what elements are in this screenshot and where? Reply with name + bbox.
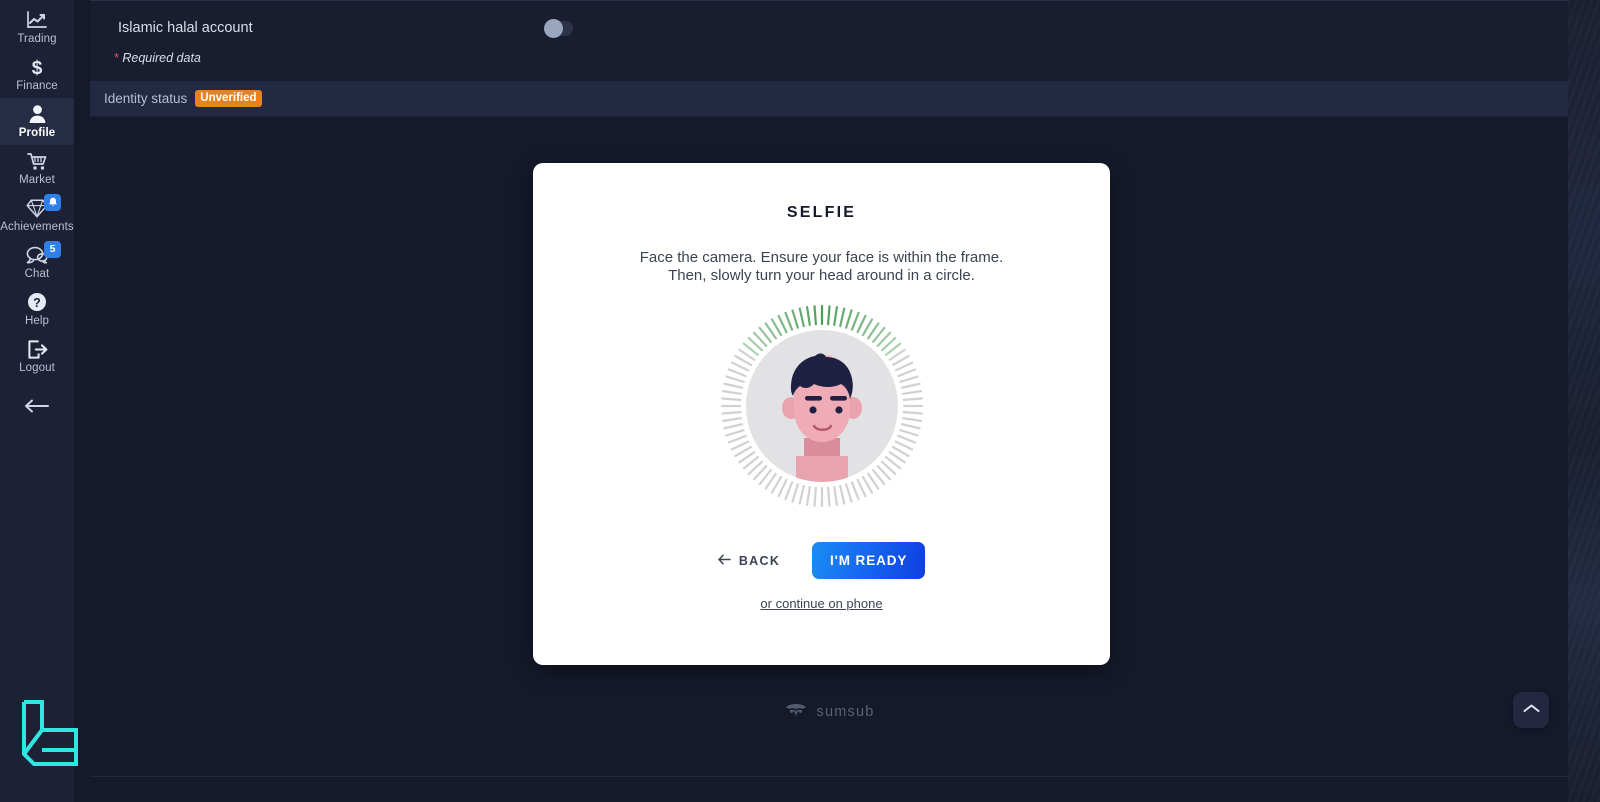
sidebar-item-profile[interactable]: Profile — [0, 98, 74, 145]
avatar — [745, 330, 898, 482]
toggle-knob — [544, 18, 563, 38]
halal-account-label: Islamic halal account — [118, 20, 253, 36]
back-button-label: BACK — [738, 553, 781, 568]
selfie-instructions: Face the camera. Ensure your face is wit… — [640, 249, 1004, 285]
sidebar-item-label: Achievements — [0, 221, 74, 233]
kyc-area: SELFIE Face the camera. Ensure your face… — [90, 117, 1568, 757]
sidebar-item-label: Help — [24, 315, 50, 327]
sidebar: Trading $ Finance Profile Market Achieve… — [0, 0, 78, 802]
app-root: Trading $ Finance Profile Market Achieve… — [0, 0, 1600, 802]
instruction-line-2: Then, slowly turn your head around in a … — [668, 267, 975, 284]
halal-account-toggle[interactable] — [544, 18, 573, 38]
identity-status-bar: Identity status Unverified — [90, 81, 1568, 117]
instruction-line-1: Face the camera. Ensure your face is wit… — [639, 249, 1004, 266]
sidebar-item-trading[interactable]: Trading — [0, 4, 74, 51]
chat-badge: 5 — [44, 241, 61, 258]
sidebar-item-label: Finance — [16, 80, 58, 92]
bell-icon — [48, 197, 57, 207]
sidebar-item-chat[interactable]: 5 Chat — [0, 239, 74, 286]
sumsub-label: sumsub — [816, 704, 875, 720]
selfie-card: SELFIE Face the camera. Ensure your face… — [533, 163, 1110, 665]
selfie-avatar-illustration — [717, 301, 927, 511]
main-content: Islamic halal account * Required data Id… — [90, 0, 1568, 776]
scroll-to-top-button[interactable] — [1513, 692, 1549, 728]
sidebar-item-achievements[interactable]: Achievements — [0, 192, 74, 239]
sidebar-item-finance[interactable]: $ Finance — [0, 51, 74, 98]
dollar-icon: $ — [30, 57, 44, 78]
sidebar-item-label: Profile — [18, 127, 56, 139]
sidebar-item-label: Market — [19, 174, 55, 186]
cart-icon — [26, 151, 48, 171]
chevron-up-icon — [1523, 701, 1540, 719]
halal-account-row: Islamic halal account — [90, 15, 1568, 41]
required-data-text: Required data — [122, 51, 201, 65]
required-star: * — [114, 51, 119, 65]
sidebar-item-market[interactable]: Market — [0, 145, 74, 192]
sidebar-item-label: Logout — [19, 362, 55, 374]
arrow-left-icon — [718, 554, 731, 568]
sidebar-item-help[interactable]: ? Help — [0, 286, 74, 333]
identity-status-label: Identity status — [104, 91, 188, 106]
sidebar-item-label: Trading — [17, 33, 57, 45]
achievements-badge — [44, 194, 61, 211]
sidebar-collapse-button[interactable] — [0, 394, 74, 422]
sidebar-item-logout[interactable]: Logout — [0, 333, 74, 380]
required-data-note: * Required data — [90, 51, 1568, 65]
sidebar-item-label: Chat — [24, 268, 50, 280]
account-settings-block: Islamic halal account * Required data — [90, 0, 1568, 81]
back-button[interactable]: BACK — [718, 554, 780, 568]
sumsub-logo — [784, 702, 808, 722]
background-texture-strip — [1568, 0, 1600, 802]
content-bottom-divider — [90, 776, 1568, 777]
page-title: SELFIE — [786, 204, 857, 221]
user-icon — [28, 104, 47, 124]
svg-text:?: ? — [33, 296, 41, 310]
status-badge: Unverified — [195, 89, 262, 108]
selfie-actions: BACK I'M READY — [533, 542, 1110, 579]
continue-on-phone-link[interactable]: or continue on phone — [533, 596, 1110, 611]
arrow-left-icon — [24, 399, 50, 418]
chart-line-icon — [27, 10, 47, 30]
le-monogram-logo — [16, 692, 84, 774]
logout-icon — [27, 339, 48, 359]
sumsub-provider-footer: sumsub — [90, 702, 1568, 722]
im-ready-button[interactable]: I'M READY — [812, 542, 926, 579]
svg-text:$: $ — [32, 58, 43, 78]
question-icon: ? — [27, 292, 47, 312]
